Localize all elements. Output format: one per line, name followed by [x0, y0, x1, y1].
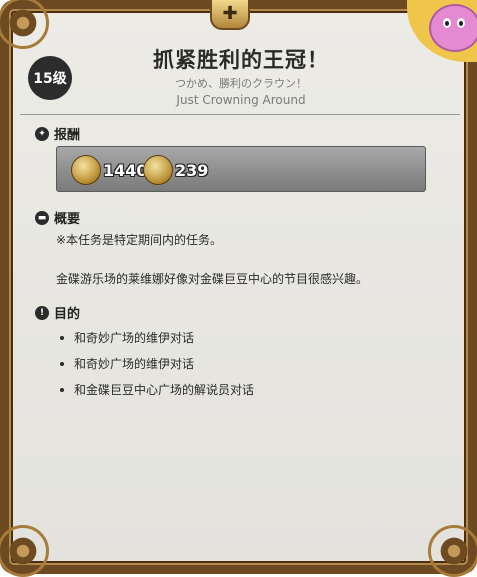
quest-emblem-icon: ✚: [210, 0, 250, 30]
overview-line-2: 金碟游乐场的莱维娜好像对金碟巨豆中心的节目很感兴趣。: [56, 272, 369, 286]
reward-mgp[interactable]: 1440: [71, 155, 148, 185]
exclamation-icon: !: [35, 305, 49, 320]
ornament-corner-bottom-left: [0, 525, 49, 577]
mgp-token-icon: [71, 155, 101, 185]
gil-coin-icon: [143, 155, 173, 185]
reward-icon: ✦: [35, 126, 49, 141]
quest-subtitle-japanese: つかめ、勝利のクラウン！: [175, 77, 307, 90]
objectives-header: ! 目的: [35, 303, 80, 322]
book-icon: ▬: [35, 210, 49, 225]
ornament-corner-top-left: [0, 0, 49, 49]
objective-item: 和奇妙广场的维伊对话: [60, 355, 194, 372]
level-badge: 15级: [28, 56, 72, 100]
overview-label: 概要: [54, 212, 81, 227]
quest-subtitle-english: Just Crowning Around: [176, 93, 306, 107]
objectives-label: 目的: [54, 307, 81, 322]
objective-item: 和金碟巨豆中心广场的解说员对话: [60, 381, 254, 398]
rewards-header: ✦ 报酬: [35, 124, 80, 143]
header-divider: [20, 114, 460, 115]
overview-line-1: ※本任务是特定期间内的任务。: [56, 233, 223, 247]
overview-header: ▬ 概要: [35, 208, 80, 227]
ornament-corner-bottom-right: [428, 525, 477, 577]
reward-mgp-value: 1440: [103, 160, 148, 180]
quest-title: 抓紧胜利的王冠！: [153, 48, 329, 72]
reward-gil[interactable]: 239: [143, 155, 208, 185]
reward-box: 1440 239: [56, 146, 426, 192]
rewards-label: 报酬: [54, 128, 81, 143]
reward-gil-value: 239: [175, 160, 209, 180]
objective-item: 和奇妙广场的维伊对话: [60, 329, 194, 346]
